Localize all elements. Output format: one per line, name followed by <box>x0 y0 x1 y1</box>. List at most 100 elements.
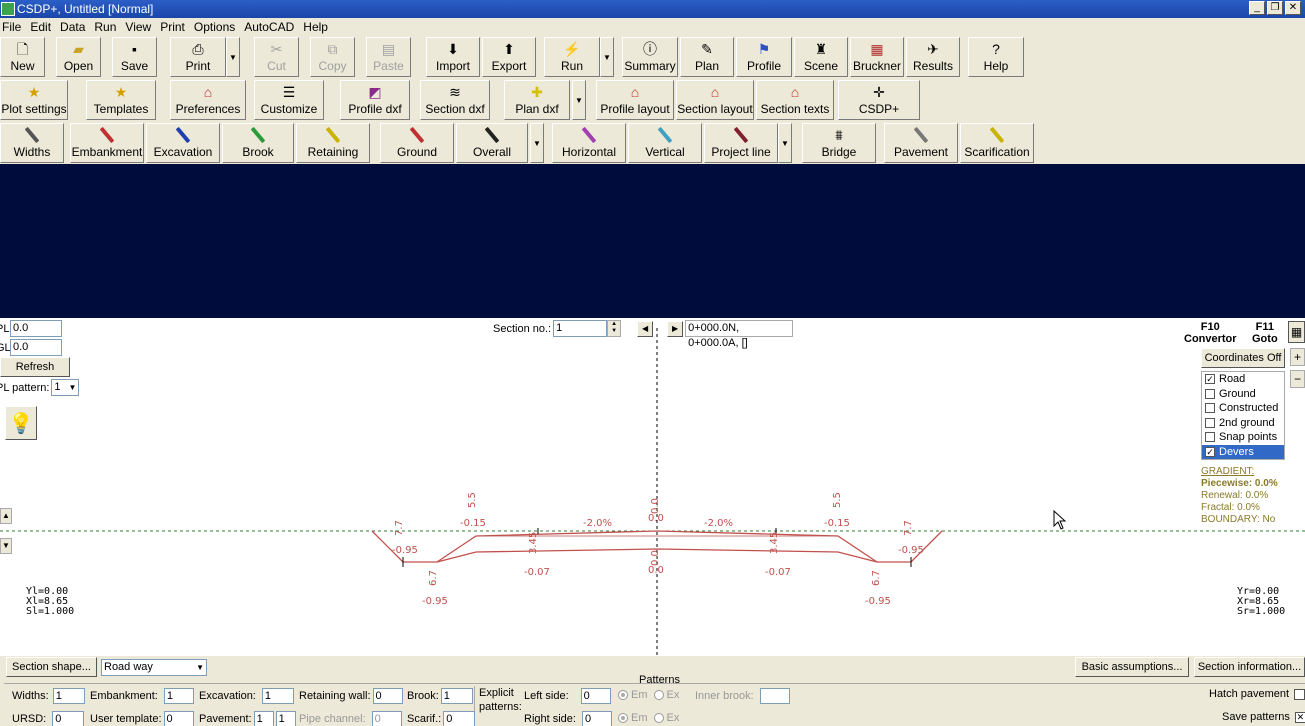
section-canvas[interactable]: 5.5 -0.15 -2.0% 0.0 0.0 -2.0% 5.5 -0.15 … <box>0 318 1305 656</box>
templates-button[interactable]: ★ Templates <box>86 80 156 120</box>
retaining-wall-input[interactable]: 0 <box>372 688 403 704</box>
pipe-channel-input[interactable]: 0 <box>371 711 402 726</box>
embankment-button[interactable]: Embankment <box>70 123 144 163</box>
bridge-button[interactable]: ⩩ Bridge <box>802 123 876 163</box>
section-dxf-button[interactable]: ≋ Section dxf <box>420 80 490 120</box>
user-template-input[interactable]: 0 <box>163 711 194 726</box>
excavation-input[interactable]: 1 <box>261 688 294 704</box>
section-shape-button[interactable]: Section shape... <box>6 657 97 677</box>
new-button[interactable]: 🗋 New <box>0 37 45 77</box>
overall-dropdown[interactable]: ▼ <box>530 123 544 163</box>
pavement-input[interactable]: 1 <box>253 711 274 726</box>
layer-2nd-ground[interactable]: 2nd ground <box>1202 416 1284 431</box>
hatch-pavement-checkbox[interactable] <box>1294 688 1305 700</box>
import-button[interactable]: ⬇ Import <box>426 37 480 77</box>
plan-dxf-dropdown[interactable]: ▼ <box>572 80 586 120</box>
layer-constructed[interactable]: Constructed <box>1202 401 1284 416</box>
minimize-icon[interactable]: _ <box>1249 1 1265 15</box>
road-way-select[interactable]: Road way ▼ <box>101 659 207 676</box>
menu-data[interactable]: Data <box>57 20 91 34</box>
help-button[interactable]: ? Help <box>968 37 1024 77</box>
plan-button[interactable]: ✎ Plan <box>680 37 734 77</box>
cut-button[interactable]: ✂ Cut <box>254 37 299 77</box>
f11-goto[interactable]: F11 Goto <box>1252 321 1278 345</box>
f10-convertor[interactable]: F10 Convertor <box>1184 321 1237 345</box>
widths-button[interactable]: Widths <box>0 123 64 163</box>
project-line-button[interactable]: Project line <box>704 123 778 163</box>
scarif-input[interactable]: 0 <box>443 711 476 726</box>
brook-input[interactable]: 1 <box>440 688 473 704</box>
scarification-button[interactable]: Scarification <box>960 123 1034 163</box>
lightbulb-icon[interactable]: 💡 <box>5 406 37 440</box>
pavement-button[interactable]: Pavement <box>884 123 958 163</box>
brook-button[interactable]: Brook <box>222 123 294 163</box>
plot-settings-button[interactable]: ★ Plot settings <box>0 80 68 120</box>
checkbox-road[interactable]: ✓ <box>1205 374 1215 385</box>
excavation-button[interactable]: Excavation <box>146 123 220 163</box>
section-texts-button[interactable]: ⌂ Section texts <box>756 80 834 120</box>
profile-button[interactable]: ⚑ Profile <box>736 37 792 77</box>
save-button[interactable]: ▪ Save <box>112 37 157 77</box>
left-side-input[interactable]: 0 <box>580 688 611 704</box>
checkbox-devers[interactable]: ✓ <box>1205 446 1215 457</box>
pl-input[interactable]: 0.0 <box>10 320 62 337</box>
menu-options[interactable]: Options <box>191 20 241 34</box>
next-section-button[interactable]: ▶ <box>667 320 684 337</box>
summary-button[interactable]: ⓘ Summary <box>622 37 678 77</box>
coordinates-off-button[interactable]: Coordinates Off <box>1201 348 1285 368</box>
project-line-dropdown[interactable]: ▼ <box>778 123 792 163</box>
save-patterns-checkbox[interactable]: ✕ <box>1294 711 1305 723</box>
checkbox-ground[interactable] <box>1205 388 1215 399</box>
checkbox-snap-points[interactable] <box>1205 432 1215 443</box>
refresh-button[interactable]: Refresh <box>0 357 70 377</box>
print-button[interactable]: ⎙ Print <box>170 37 226 77</box>
right-em-radio[interactable] <box>618 713 628 723</box>
menu-print[interactable]: Print <box>157 20 191 34</box>
results-button[interactable]: ✈ Results <box>906 37 960 77</box>
plan-dxf-button[interactable]: ✚ Plan dxf <box>504 80 570 120</box>
restore-icon[interactable]: ❐ <box>1267 1 1283 15</box>
profile-dxf-button[interactable]: ◩ Profile dxf <box>340 80 410 120</box>
basic-assumptions-button[interactable]: Basic assumptions... <box>1075 657 1189 677</box>
run-dropdown[interactable]: ▼ <box>600 37 614 77</box>
copy-button[interactable]: ⧉ Copy <box>310 37 355 77</box>
inner-brook-input[interactable] <box>759 688 790 704</box>
checkbox-constructed[interactable] <box>1205 403 1215 414</box>
widths-input[interactable]: 1 <box>52 688 85 704</box>
scene-button[interactable]: ♜ Scene <box>794 37 848 77</box>
scroll-down-icon[interactable]: ▼ <box>0 538 12 554</box>
menu-help[interactable]: Help <box>300 20 334 34</box>
previous-section-button[interactable]: ◀ <box>637 320 654 337</box>
menu-run[interactable]: Run <box>91 20 122 34</box>
pavement-input-2[interactable]: 1 <box>275 711 296 726</box>
vertical-button[interactable]: Vertical <box>628 123 702 163</box>
horizontal-button[interactable]: Horizontal <box>552 123 626 163</box>
paste-button[interactable]: ▤ Paste <box>366 37 411 77</box>
menu-autocad[interactable]: AutoCAD <box>241 20 300 34</box>
retaining-button[interactable]: Retaining <box>296 123 370 163</box>
close-icon[interactable]: ✕ <box>1285 1 1301 15</box>
ursd-input[interactable]: 0 <box>52 711 85 726</box>
right-side-input[interactable]: 0 <box>581 711 612 726</box>
layer-ground[interactable]: Ground <box>1202 387 1284 402</box>
right-ex-radio[interactable] <box>653 713 664 723</box>
layer-road[interactable]: ✓ Road <box>1202 372 1284 387</box>
pl-pattern-select[interactable]: 1 ▼ <box>51 379 80 396</box>
layer-devers[interactable]: ✓ Devers <box>1202 444 1284 459</box>
customize-button[interactable]: ☰ Customize <box>254 80 324 120</box>
preferences-button[interactable]: ⌂ Preferences <box>170 80 246 120</box>
ground-button[interactable]: Ground <box>380 123 454 163</box>
calculator-icon[interactable]: ▦ <box>1288 321 1305 343</box>
print-dropdown[interactable]: ▼ <box>226 37 240 77</box>
run-button[interactable]: ⚡ Run <box>544 37 600 77</box>
section-spinner[interactable]: ▲ ▼ <box>607 320 622 337</box>
bruckner-button[interactable]: ▦ Bruckner <box>850 37 904 77</box>
csdp-plus-button[interactable]: ✛ CSDP+ <box>838 80 920 120</box>
section-layout-button[interactable]: ⌂ Section layout <box>676 80 754 120</box>
profile-layout-button[interactable]: ⌂ Profile layout <box>596 80 674 120</box>
left-ex-radio[interactable] <box>653 690 664 700</box>
zoom-in-button[interactable]: + <box>1290 348 1305 366</box>
menu-view[interactable]: View <box>122 20 157 34</box>
gl-input[interactable]: 0.0 <box>10 339 62 356</box>
checkbox-2nd-ground[interactable] <box>1205 417 1215 428</box>
